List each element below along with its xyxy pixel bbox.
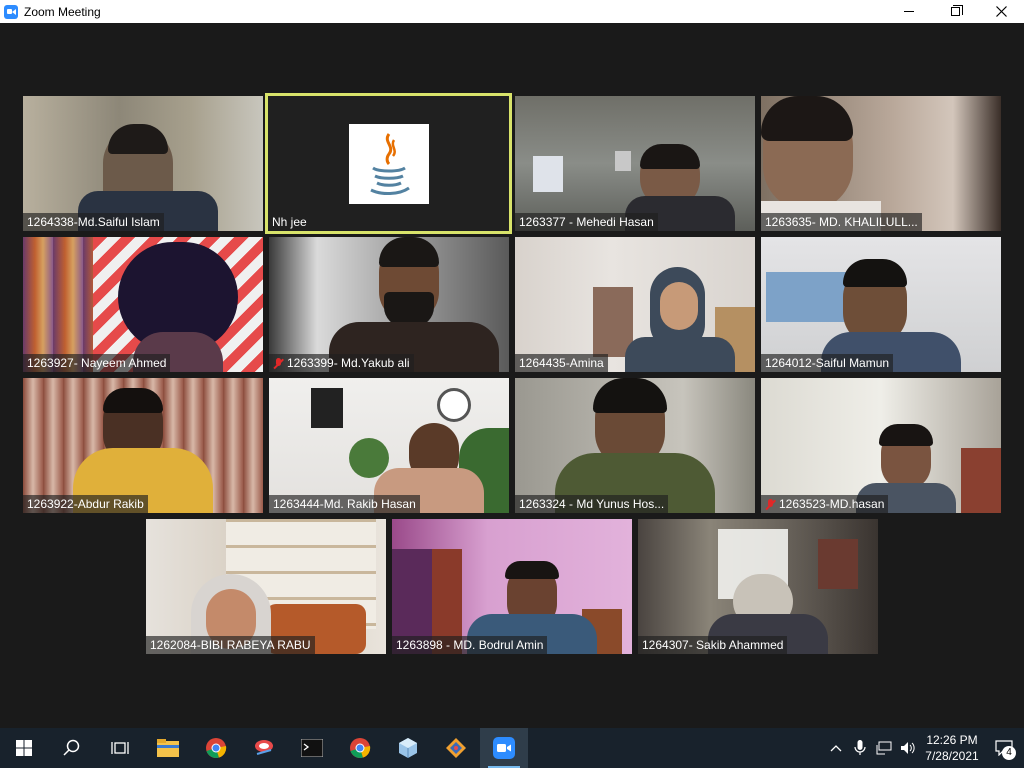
participant-name: 1264435-Amina bbox=[515, 354, 608, 372]
video-tile[interactable]: 1264435-Amina bbox=[515, 237, 755, 372]
maximize-button[interactable] bbox=[932, 0, 978, 23]
network-tray-button[interactable] bbox=[872, 728, 896, 768]
participant-name: 1262084-BIBI RABEYA RABU bbox=[146, 636, 315, 654]
chrome-icon bbox=[206, 738, 227, 758]
snipping-tool-icon bbox=[255, 740, 273, 755]
muted-mic-icon bbox=[273, 357, 284, 369]
muted-mic-icon bbox=[765, 498, 776, 510]
network-icon bbox=[876, 741, 892, 755]
zoom-taskbar-button[interactable] bbox=[480, 728, 528, 768]
snipping-tool-button[interactable] bbox=[240, 728, 288, 768]
video-tile[interactable]: 1262084-BIBI RABEYA RABU bbox=[146, 519, 386, 654]
zoom-icon bbox=[493, 737, 515, 759]
java-logo bbox=[349, 124, 429, 204]
video-tile[interactable]: 1263523-MD.hasan bbox=[761, 378, 1001, 513]
video-tile[interactable]: 1263898 - MD. Bodrul Amin bbox=[392, 519, 632, 654]
video-tile[interactable]: 1263324 - Md Yunus Hos... bbox=[515, 378, 755, 513]
windows-taskbar: 12:26 PM 7/28/2021 4 bbox=[0, 728, 1024, 768]
git-tool-button[interactable] bbox=[432, 728, 480, 768]
title-bar: Zoom Meeting bbox=[0, 0, 1024, 23]
microphone-icon bbox=[854, 740, 866, 755]
participant-name: 1263523-MD.hasan bbox=[761, 495, 889, 513]
participant-name: 1264338-Md.Saiful Islam bbox=[23, 213, 164, 231]
wall-clock bbox=[437, 388, 471, 422]
file-explorer-button[interactable] bbox=[144, 728, 192, 768]
microphone-tray-button[interactable] bbox=[848, 728, 872, 768]
search-button[interactable] bbox=[48, 728, 96, 768]
folder-icon bbox=[157, 739, 179, 757]
participant-name: 1264012-Saiful Mamun bbox=[761, 354, 894, 372]
start-button[interactable] bbox=[0, 728, 48, 768]
gallery-view: 1264338-Md.Saiful Islam Nh jee 1263377 -… bbox=[0, 23, 1024, 728]
windows-logo-icon bbox=[16, 740, 32, 756]
notification-count-badge: 4 bbox=[1002, 746, 1016, 760]
task-view-icon bbox=[111, 742, 129, 754]
chrome-button-2[interactable] bbox=[336, 728, 384, 768]
video-tile[interactable]: 1264012-Saiful Mamun bbox=[761, 237, 1001, 372]
participant-name: 1263399- Md.Yakub ali bbox=[269, 354, 414, 372]
participant-name: 1263324 - Md Yunus Hos... bbox=[515, 495, 669, 513]
participant-name: 1264307- Sakib Ahammed bbox=[638, 636, 788, 654]
video-tile[interactable]: 1263399- Md.Yakub ali bbox=[269, 237, 509, 372]
video-tile[interactable]: 1264338-Md.Saiful Islam bbox=[23, 96, 263, 231]
taskbar-clock[interactable]: 12:26 PM 7/28/2021 bbox=[920, 732, 984, 764]
participant-name: 1263377 - Mehedi Hasan bbox=[515, 213, 658, 231]
speaker-icon bbox=[901, 742, 915, 754]
participant-name: 1263444-Md. Rakib Hasan bbox=[269, 495, 420, 513]
chevron-up-icon bbox=[830, 745, 842, 752]
virtualbox-button[interactable] bbox=[384, 728, 432, 768]
participant-name: 1263927- Nayeem Ahmed bbox=[23, 354, 171, 372]
restore-icon bbox=[950, 5, 963, 16]
video-tile[interactable]: 1263444-Md. Rakib Hasan bbox=[269, 378, 509, 513]
video-tile[interactable]: 1263927- Nayeem Ahmed bbox=[23, 237, 263, 372]
volume-tray-button[interactable] bbox=[896, 728, 920, 768]
close-icon bbox=[995, 6, 1007, 17]
zoom-app-icon bbox=[4, 4, 18, 19]
video-tile[interactable]: 1263377 - Mehedi Hasan bbox=[515, 96, 755, 231]
search-icon bbox=[63, 739, 80, 756]
chrome-icon bbox=[350, 738, 371, 758]
video-tile[interactable]: 1263635- MD. KHALILULL... bbox=[761, 96, 1001, 231]
terminal-button[interactable] bbox=[288, 728, 336, 768]
video-tile[interactable]: 1264307- Sakib Ahammed bbox=[638, 519, 878, 654]
show-hidden-icons-button[interactable] bbox=[824, 728, 848, 768]
world-map bbox=[766, 272, 846, 322]
chrome-button[interactable] bbox=[192, 728, 240, 768]
diamond-app-icon bbox=[446, 738, 466, 758]
participant-name: 1263922-Abdur Rakib bbox=[23, 495, 148, 513]
cube-app-icon bbox=[399, 738, 417, 758]
window-controls bbox=[886, 0, 1024, 23]
terminal-icon bbox=[301, 739, 323, 757]
minimize-icon bbox=[904, 11, 914, 12]
video-tile-active-speaker[interactable]: Nh jee bbox=[265, 93, 512, 234]
action-center-button[interactable]: 4 bbox=[984, 728, 1024, 768]
participant-name: Nh jee bbox=[272, 215, 307, 229]
video-tile[interactable]: 1263922-Abdur Rakib bbox=[23, 378, 263, 513]
close-button[interactable] bbox=[978, 0, 1024, 23]
system-tray: 12:26 PM 7/28/2021 4 bbox=[824, 728, 1024, 768]
participant-name: 1263898 - MD. Bodrul Amin bbox=[392, 636, 548, 654]
participant-name: 1263635- MD. KHALILULL... bbox=[761, 213, 922, 231]
clock-time: 12:26 PM bbox=[926, 733, 978, 747]
clock-date: 7/28/2021 bbox=[925, 749, 979, 763]
window-title: Zoom Meeting bbox=[24, 4, 101, 19]
minimize-button[interactable] bbox=[886, 0, 932, 23]
task-view-button[interactable] bbox=[96, 728, 144, 768]
